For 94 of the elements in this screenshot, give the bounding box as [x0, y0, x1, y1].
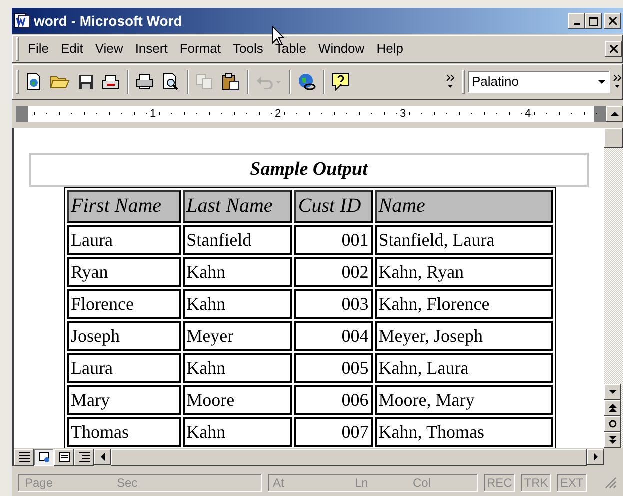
ruler-number: 1: [150, 107, 156, 122]
double-up-arrow-icon: [608, 404, 616, 412]
help-icon: [332, 73, 350, 91]
table-cell: Kahn: [182, 257, 292, 287]
copy-icon: [196, 74, 214, 90]
next-page-button[interactable]: [604, 432, 621, 448]
font-name: Palatino: [471, 73, 520, 92]
table-cell: Kahn, Thomas: [374, 417, 553, 447]
mail-printer-icon: [102, 74, 120, 90]
table-cell: Stanfield: [182, 225, 292, 255]
table-cell: 004: [294, 321, 373, 351]
column-header: Name: [374, 190, 553, 223]
heading: Sample Output: [250, 158, 368, 182]
table-cell: Mary: [67, 385, 181, 415]
double-down-arrow-icon: [608, 436, 616, 444]
table-cell: Moore, Mary: [374, 385, 553, 415]
outline-icon: [78, 452, 90, 462]
maximize-button[interactable]: [585, 13, 602, 29]
close-document-button[interactable]: [605, 41, 622, 57]
window-title: word - Microsoft Word: [34, 12, 184, 30]
status-mode: TRK: [521, 474, 552, 492]
menu-item[interactable]: Help: [370, 39, 410, 59]
circle-icon: [608, 420, 616, 428]
globe-icon: [298, 73, 316, 91]
table-cell: Kahn, Florence: [374, 289, 553, 319]
table-cell: Laura: [67, 353, 181, 383]
table-cell: Stanfield, Laura: [374, 225, 553, 255]
table-cell: Thomas: [67, 417, 181, 447]
close-button[interactable]: [604, 13, 621, 29]
scroll-left-button[interactable]: [94, 449, 111, 465]
column-header: Last Name: [182, 190, 292, 223]
menu-item[interactable]: Table: [269, 39, 312, 59]
minimize-button[interactable]: [568, 13, 585, 29]
menu-item[interactable]: Tools: [227, 39, 270, 59]
folder-icon: [50, 74, 70, 90]
word-document-icon: [14, 12, 31, 30]
column-header: First Name: [67, 190, 181, 223]
table-cell: Kahn: [182, 417, 292, 447]
more-buttons-icon: [446, 74, 455, 90]
page-icon: [58, 452, 70, 462]
table-cell: Kahn: [182, 353, 292, 383]
table-cell: Kahn: [182, 289, 292, 319]
menu-item[interactable]: File: [22, 39, 55, 59]
ruler-number: 2: [275, 107, 282, 122]
table-cell: Meyer, Joseph: [374, 321, 553, 351]
browse-object-button[interactable]: [604, 416, 621, 432]
table-cell: 003: [294, 289, 373, 319]
menu-item[interactable]: Edit: [54, 39, 90, 59]
table-cell: Meyer: [182, 321, 292, 351]
table-cell: 002: [294, 257, 373, 287]
table-cell: Joseph: [67, 321, 181, 351]
lines-icon: [18, 452, 30, 462]
up-arrow-icon: [610, 110, 618, 118]
magnifier-page-icon: [162, 73, 180, 91]
ruler-number: 3: [400, 107, 406, 122]
table-cell: Ryan: [67, 257, 181, 287]
more-buttons-icon: [613, 74, 622, 90]
menu-item[interactable]: Format: [174, 39, 227, 59]
view-button[interactable]: [34, 448, 54, 466]
table-cell: Kahn, Laura: [374, 353, 553, 383]
previous-page-button[interactable]: [604, 400, 621, 416]
scroll-thumb[interactable]: [604, 128, 623, 148]
table-cell: Moore: [182, 385, 292, 415]
font-field[interactable]: Palatino: [468, 71, 610, 93]
left-arrow-icon: [98, 453, 106, 461]
right-arrow-icon: [592, 453, 600, 461]
undo-icon: [256, 75, 282, 89]
close-icon: [610, 45, 618, 53]
table-cell: 007: [294, 417, 373, 447]
close-icon: [608, 17, 616, 25]
down-arrow-icon: [608, 388, 616, 396]
document-globe-icon: [26, 73, 42, 91]
ruler-number: 4: [525, 107, 532, 122]
status-mode: EXT: [557, 474, 587, 492]
menu-item[interactable]: View: [89, 39, 130, 59]
table-cell: Florence: [67, 289, 181, 319]
horizontal-scroll-thumb[interactable]: [111, 448, 587, 466]
menu-item[interactable]: Insert: [129, 39, 174, 59]
menu-item[interactable]: Window: [312, 39, 371, 59]
maximize-icon: [589, 16, 598, 26]
scroll-right-button[interactable]: [587, 449, 604, 465]
printer-icon: [136, 74, 154, 90]
table-cell: 006: [294, 385, 373, 415]
table-cell: 005: [294, 353, 373, 383]
table-cell: 001: [294, 225, 373, 255]
table-cell: Laura: [67, 225, 181, 255]
scroll-down-button[interactable]: [604, 384, 621, 400]
status-mode: REC: [484, 474, 516, 492]
scroll-up-button[interactable]: [606, 106, 623, 122]
clipboard-icon: [222, 73, 240, 91]
column-header: Cust ID: [294, 190, 373, 223]
table-cell: Kahn, Ryan: [374, 257, 553, 287]
resize-grip-icon: [605, 477, 617, 489]
page-globe-icon: [38, 452, 50, 462]
